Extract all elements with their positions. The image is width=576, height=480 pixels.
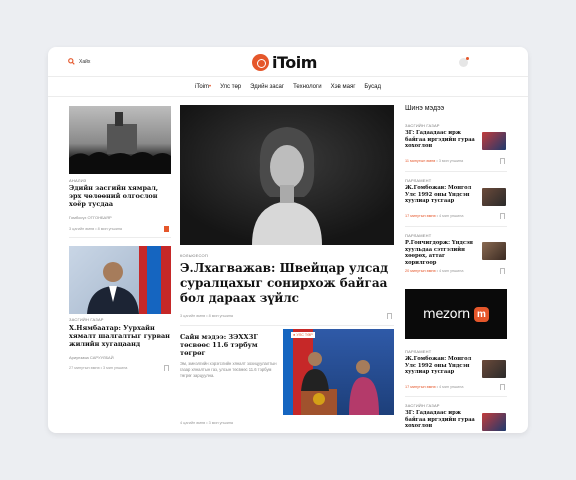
side-item-thumbnail[interactable] <box>482 360 506 378</box>
nav-item-technology[interactable]: Технологи <box>293 84 322 90</box>
dot-icon: • <box>209 83 212 90</box>
nav-item-politics[interactable]: Улс төр <box>220 84 241 90</box>
side-item-kicker: ПАРЛАМЕНТ <box>405 178 432 183</box>
story2-image[interactable] <box>69 246 171 314</box>
side-item-thumbnail[interactable] <box>482 413 506 431</box>
sub-story-image[interactable] <box>283 329 394 415</box>
search-icon <box>68 58 75 65</box>
side-item-thumbnail[interactable] <box>482 242 506 260</box>
user-avatar-icon[interactable] <box>459 57 469 67</box>
search-label: Хайх <box>79 58 91 65</box>
bookmark-icon[interactable] <box>387 313 392 319</box>
divider <box>180 325 394 326</box>
site-logo[interactable]: iToim <box>252 53 317 72</box>
logo-text: iToim <box>272 53 317 72</box>
side-item-meta: 20 минутын өмнө • 4 мин уншина <box>405 269 464 273</box>
bookmark-icon[interactable] <box>164 365 169 371</box>
sub-story-meta: 4 цагийн өмнө • 3 мин уншина <box>180 421 234 425</box>
mezorn-ad-banner[interactable]: mezorn m <box>405 289 507 339</box>
story2-title[interactable]: Х.Нямбаатар: Уурхайн хямалт шалгалтыг гу… <box>69 324 171 348</box>
side-item-thumbnail[interactable] <box>482 132 506 150</box>
main-nav: iToim• Улс төр Эдийн засаг Технологи Хэв… <box>48 77 528 97</box>
bookmark-icon[interactable] <box>500 158 505 164</box>
story1-meta: 3 цагийн өмнө • 8 мин уншина <box>69 227 123 231</box>
main-story-title[interactable]: Э.Лхагважав: Швейцар улсад суралцахыг со… <box>180 261 392 306</box>
story2-meta: 27 минутын өмнө • 3 мин уншина <box>69 366 128 370</box>
story2-kicker: ЗАСГИЙН ГАЗАР <box>69 317 104 322</box>
top-bar: Хайх iToim <box>48 47 528 77</box>
ad-brand-text: mezorn <box>423 306 470 322</box>
bookmark-icon[interactable] <box>500 384 505 390</box>
divider <box>405 396 507 397</box>
bookmark-icon[interactable] <box>500 213 505 219</box>
side-item-kicker: ПАРЛАМЕНТ <box>405 233 432 238</box>
divider <box>69 237 171 238</box>
side-item-kicker: ЗАСГИЙН ГАЗАР <box>405 123 440 128</box>
side-item-title[interactable]: Р.Гончигдорж: Үндсэн хуульдаа сэтгэлийн … <box>405 240 477 266</box>
side-item-thumbnail[interactable] <box>482 188 506 206</box>
divider <box>405 171 507 172</box>
nav-item-style[interactable]: Хэв маяг <box>331 84 356 90</box>
side-item-title[interactable]: Ж.Гомбожав: Монгол Улс 1992 оны Үндсэн х… <box>405 356 477 376</box>
nav-item-other[interactable]: Бусад <box>364 84 381 90</box>
side-item-title[interactable]: ЗГ: Гадаадаас ирж байгаа иргэдийн гураа … <box>405 130 477 150</box>
latest-news-title: Шинэ мэдээ <box>405 105 445 112</box>
logo-icon <box>252 54 269 71</box>
side-item-title[interactable]: ЗГ: Гадаадаас ирж байгаа иргэдийн гураа … <box>405 410 477 430</box>
nav-item-label: iToim <box>195 83 210 90</box>
sub-story-badge: ● УЛС ТӨР <box>291 332 315 338</box>
main-story-kicker: КОЛЬЮЕСОП <box>180 253 208 258</box>
story1-author[interactable]: Гомбосүх ОТГОНБАЯР <box>69 215 112 220</box>
nav-item-economy[interactable]: Эдийн засаг <box>250 84 284 90</box>
nav-item-itoim[interactable]: iToim• <box>195 84 211 90</box>
divider <box>405 226 507 227</box>
sub-story-description: Эм, эмнэлгийн хэрэгслийн хяналт зохицуул… <box>180 361 277 378</box>
sub-story-title[interactable]: Сайн мэдээ: ЗЭХХЗГ төсвөөс 11.6 тэрбум т… <box>180 333 280 357</box>
story1-kicker: АНАЛИЗ <box>69 178 87 183</box>
side-item-kicker: ПАРЛАМЕНТ <box>405 349 432 354</box>
side-item-meta: 17 минутын өмнө • 4 мин уншина <box>405 214 464 218</box>
story1-title[interactable]: Эдийн засгийн хямрал, эрх чөлөөний олгос… <box>69 184 171 208</box>
badge-label: УЛС ТӨР <box>296 333 313 337</box>
side-item-kicker: ЗАСГИЙН ГАЗАР <box>405 403 440 408</box>
search-button[interactable]: Хайх <box>68 58 90 65</box>
side-item-meta: 11 минутын өмнө • 3 мин уншина <box>405 159 464 163</box>
story2-author[interactable]: Ариунзаяа САРУУЛБАЙ <box>69 355 114 360</box>
side-item-meta: 17 минутын өмнө • 4 мин уншина <box>405 385 464 389</box>
side-item-title[interactable]: Ж.Гомбожав: Монгол Улс 1992 оны Үндсэн х… <box>405 185 477 205</box>
story1-image[interactable] <box>69 106 171 174</box>
bookmark-icon[interactable] <box>164 226 169 232</box>
main-story-image[interactable] <box>180 105 394 245</box>
news-page: Хайх iToim iToim• Улс төр Эдийн засаг Те… <box>48 47 528 433</box>
bookmark-icon[interactable] <box>500 268 505 274</box>
main-story-meta: 3 цагийн өмнө • 8 мин уншина <box>180 314 234 318</box>
ad-logo-icon: m <box>474 306 489 322</box>
